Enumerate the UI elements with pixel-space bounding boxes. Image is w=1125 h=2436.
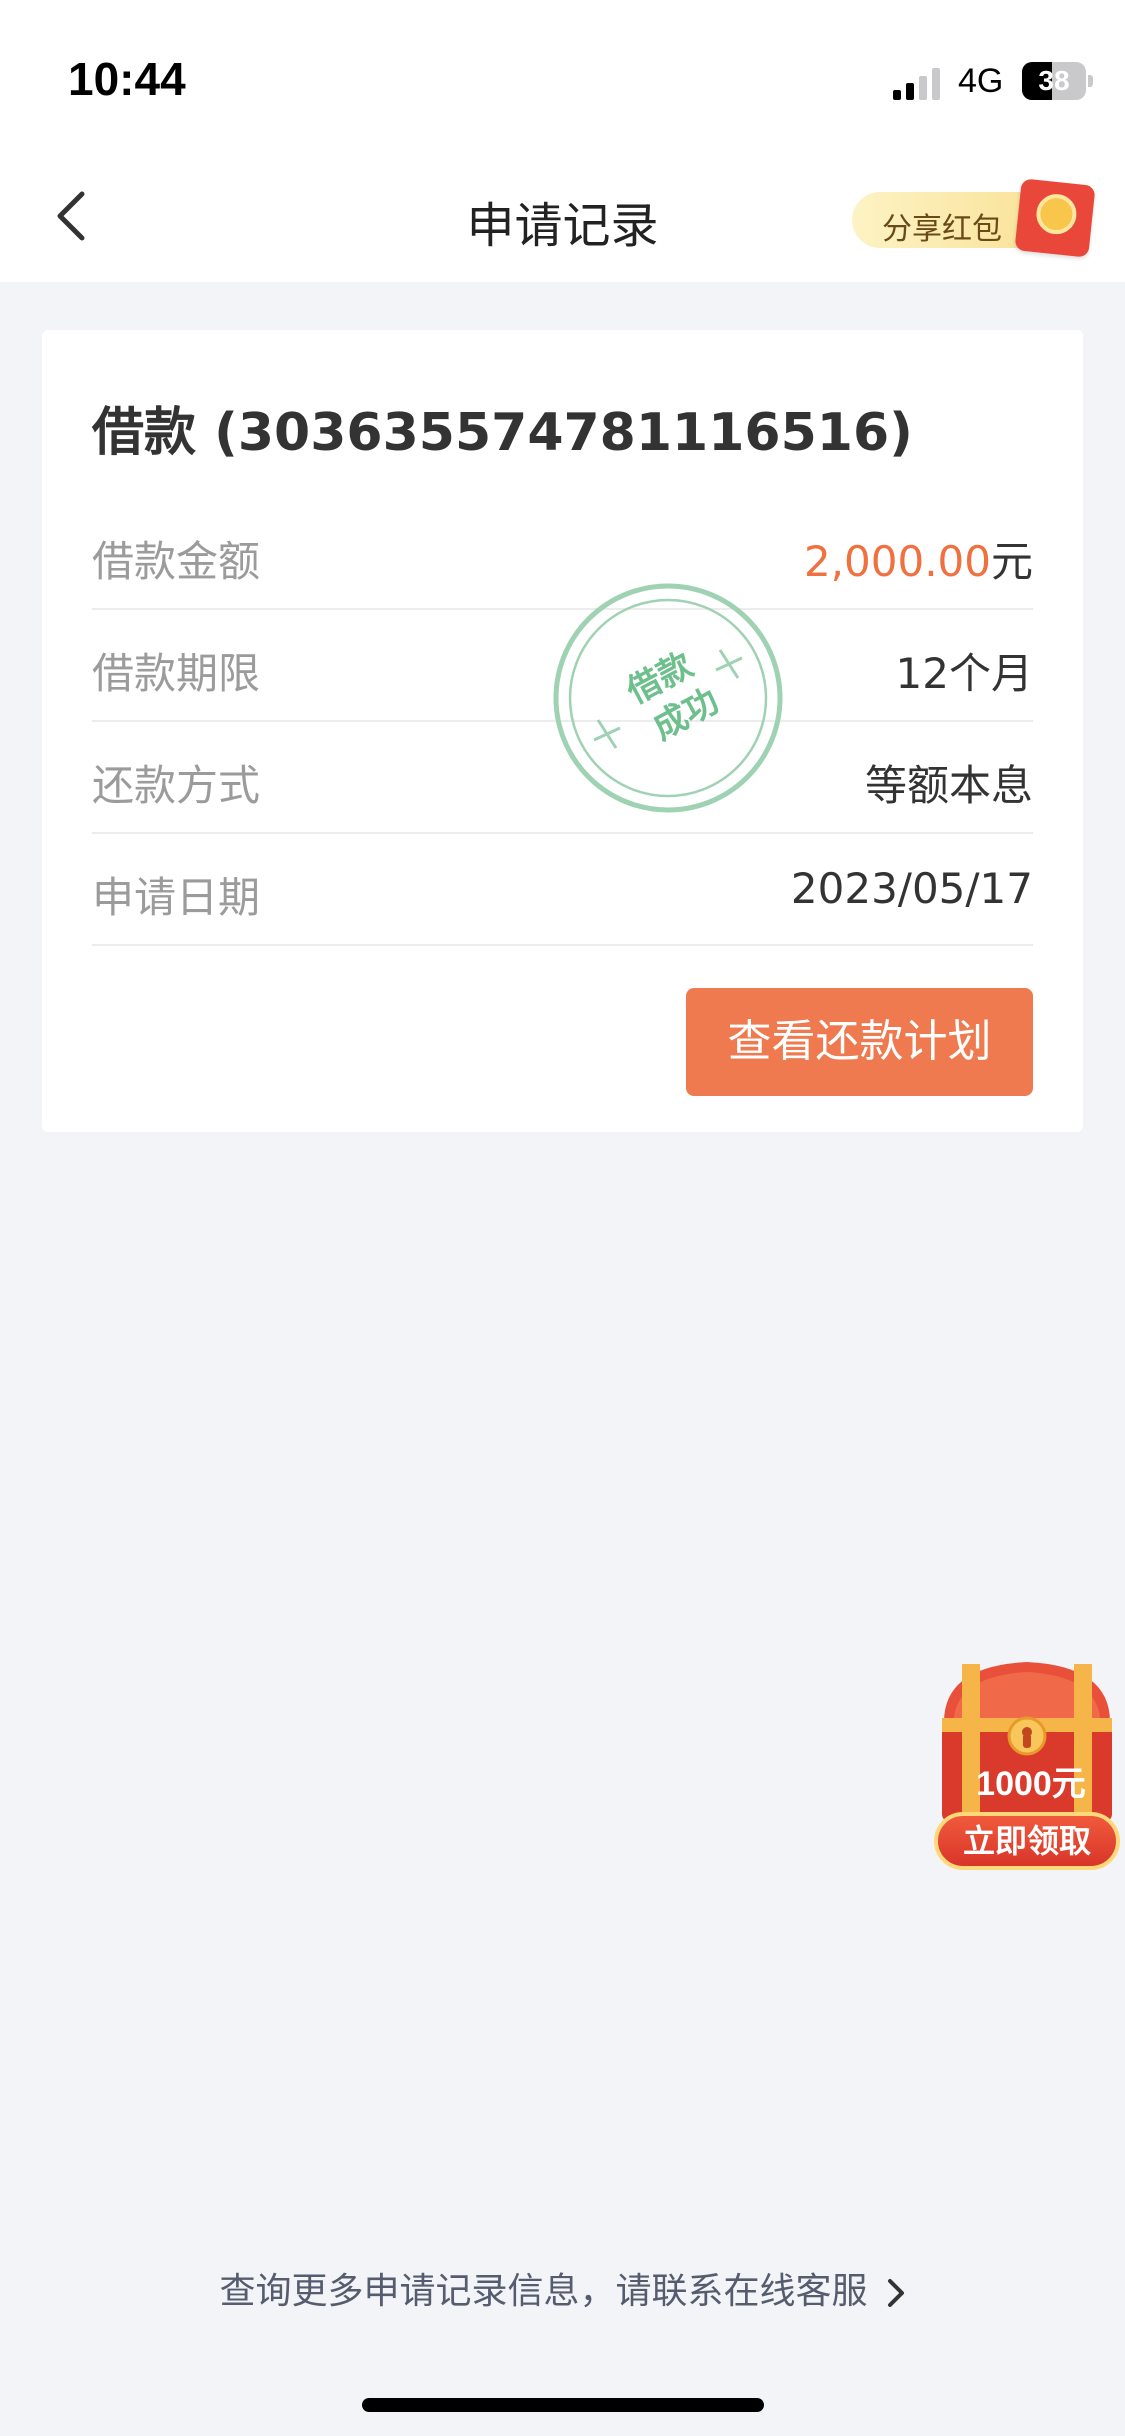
contact-service-text: 查询更多申请记录信息，请联系在线客服 <box>219 2271 868 2312</box>
claim-now-button[interactable]: 立即领取 <box>934 1812 1120 1870</box>
status-time: 10:44 <box>68 53 186 105</box>
status-bar: 10:44 4G 38 <box>0 0 1125 150</box>
battery-icon: 38 <box>1022 62 1086 100</box>
row-value: 等额本息 <box>864 761 1033 810</box>
row-value: 12个月 <box>895 649 1033 698</box>
home-indicator <box>362 2398 764 2412</box>
chevron-right-icon <box>887 2279 904 2307</box>
view-repayment-plan-button[interactable]: 查看还款计划 <box>686 988 1033 1096</box>
nav-bar: 申请记录 分享红包 <box>0 150 1125 282</box>
loan-record-card: 借款 (303635574781116516) 借款金额 2,000.00元 借… <box>42 330 1083 1132</box>
coin-icon <box>1034 192 1079 237</box>
row-label: 还款方式 <box>92 761 261 810</box>
network-label: 4G <box>958 62 1004 100</box>
row-value: 2023/05/17 <box>790 864 1033 913</box>
row-label: 借款期限 <box>92 649 261 698</box>
red-envelope-icon[interactable] <box>1014 178 1096 258</box>
battery-tip <box>1088 75 1093 87</box>
amount-number: 2,000.00 <box>803 537 991 586</box>
signal-icon <box>893 68 940 100</box>
loan-success-stamp: 借款 成功 <box>553 583 783 813</box>
row-label: 借款金额 <box>92 537 261 586</box>
row-apply-date: 申请日期 2023/05/17 <box>92 834 1033 946</box>
row-value: 2,000.00元 <box>804 528 1033 589</box>
contact-service-link[interactable]: 查询更多申请记录信息，请联系在线客服 <box>0 2262 1125 2314</box>
amount-unit: 元 <box>990 537 1033 586</box>
battery-level: 38 <box>1038 65 1070 96</box>
treasure-chest-promo[interactable]: 1000元 立即领取 <box>930 1652 1124 1874</box>
share-red-packet-button[interactable]: 分享红包 <box>852 192 1038 248</box>
row-label: 申请日期 <box>92 873 261 922</box>
card-title: 借款 (303635574781116516) <box>92 403 913 463</box>
share-label: 分享红包 <box>882 212 1002 247</box>
promo-amount: 1000元 <box>976 1765 1086 1803</box>
